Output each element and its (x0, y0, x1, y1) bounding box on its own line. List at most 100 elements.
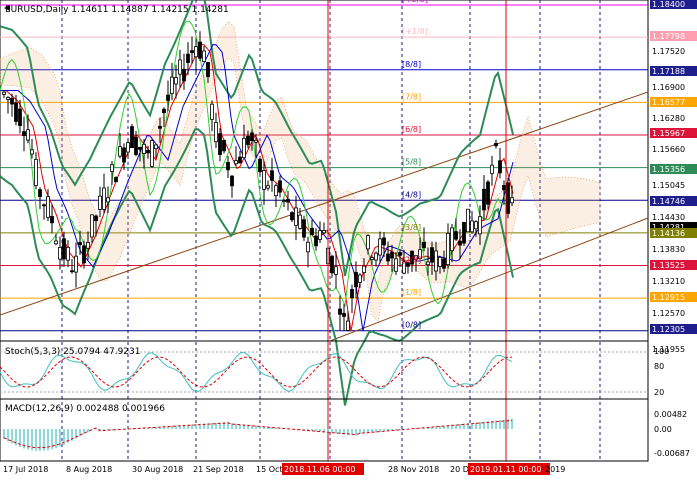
price-tick-10: 1.15045 (652, 181, 685, 190)
murrey-label-4: [6/8] (402, 125, 421, 134)
time-marker-label-5: 2018.11.06 00:00 (284, 465, 355, 474)
candle-body (166, 94, 170, 101)
candle-body (298, 214, 302, 229)
murrey-label-5: [5/8] (402, 158, 421, 167)
candle-body (338, 308, 342, 315)
time-label-3: 21 Sep 2018 (193, 465, 244, 474)
candle-body (54, 240, 58, 245)
candle-body (390, 251, 394, 259)
time-label-1: 8 Aug 2018 (66, 465, 112, 474)
macd-header: MACD(12,26,9) 0.002488 0.001966 (5, 404, 165, 414)
price-tag-20: 1.12305 (652, 325, 685, 334)
candle-body (438, 256, 442, 267)
price-tick-19: 1.12570 (652, 309, 685, 318)
candle-body (498, 160, 502, 174)
candle-body (506, 182, 510, 214)
price-tag-7: 1.15967 (652, 129, 685, 138)
candle-body (426, 261, 430, 266)
candle-body (282, 200, 286, 202)
price-tag-14: 1.14136 (652, 229, 685, 238)
candle-body (266, 185, 270, 189)
candle-body (230, 175, 234, 187)
candle-body (490, 164, 494, 174)
price-tag-5: 1.16577 (652, 98, 685, 107)
murrey-label-2: [8/8] (402, 60, 421, 69)
candle-body (38, 189, 42, 197)
time-label-0: 17 Jul 2018 (3, 465, 48, 474)
candle-body (502, 185, 506, 191)
murrey-label-10: [0/8] (402, 321, 421, 330)
candle-body (170, 76, 174, 94)
candle-body (434, 250, 438, 272)
candle-body (126, 142, 130, 153)
candle-body (318, 230, 322, 240)
candle-body (122, 147, 126, 163)
candle-body (250, 132, 254, 142)
candle-body (110, 164, 114, 172)
candle-body (486, 181, 490, 205)
macd-tick-top: 0.00482 (654, 410, 687, 419)
candle-body (278, 180, 282, 193)
murrey-label-3: [7/8] (402, 92, 421, 101)
candle-body (82, 245, 86, 264)
price-tag-3: 1.17188 (652, 67, 685, 76)
candle-body (210, 103, 214, 120)
candle-body (102, 187, 106, 210)
candle-body (74, 255, 78, 273)
murrey-label-8: [2/8] (402, 256, 421, 265)
trading-chart[interactable]: [+2/8] [+1/8] [8/8] [7/8] [6/8] [5/8] [4/8] [3/… (0, 0, 697, 483)
price-tag-11: 1.14746 (652, 197, 685, 206)
candle-body (254, 139, 258, 143)
candle-body (234, 160, 238, 165)
candle-body (458, 240, 462, 246)
candle-body (474, 221, 478, 230)
macd-tick-bottom: -0.00687 (654, 449, 690, 458)
murrey-label-9: [1/8] (402, 288, 421, 297)
candle-body (198, 41, 202, 59)
candle-body (246, 135, 250, 145)
candle-body (302, 219, 306, 238)
murrey-label-7: [3/8] (402, 223, 421, 232)
time-marker-label-8: 2019.01.11 00:00 (470, 465, 541, 474)
candle-body (442, 258, 446, 269)
candle-body (394, 258, 398, 272)
price-tick-2: 1.17520 (652, 47, 685, 56)
candle-body (306, 241, 310, 253)
candle-body (18, 108, 22, 126)
candle-body (162, 108, 166, 114)
candle-body (214, 121, 218, 143)
candle-body (42, 204, 46, 207)
candle-body (150, 140, 154, 167)
candle-body (310, 227, 314, 236)
candle-body (30, 149, 34, 155)
candle-body (334, 266, 338, 275)
candle-body (358, 274, 362, 283)
candle-body (258, 158, 262, 173)
candle-body (186, 53, 190, 63)
candle-body (446, 232, 450, 266)
candle-body (206, 62, 210, 78)
price-tick-8: 1.15660 (652, 145, 685, 154)
candle-body (218, 133, 222, 155)
price-tag-9: 1.15356 (652, 165, 685, 174)
candle-body (90, 214, 94, 238)
price-tick-17: 1.13210 (652, 277, 685, 286)
candle-body (130, 126, 134, 148)
candle-body (194, 46, 198, 58)
candle-body (262, 170, 266, 190)
candle-body (366, 235, 370, 250)
candle-body (374, 252, 378, 261)
candle-body (70, 270, 74, 273)
candle-body (2, 91, 6, 95)
candle-body (314, 235, 318, 247)
candle-body (50, 215, 54, 224)
candle-body (190, 50, 194, 53)
candle-body (158, 125, 162, 129)
candle-body (322, 230, 326, 234)
candle-body (202, 50, 206, 62)
stoch-tick-20: 20 (654, 388, 664, 397)
price-tag-18: 1.12915 (652, 293, 685, 302)
candle-body (478, 216, 482, 235)
candle-body (346, 320, 350, 331)
candle-body (274, 185, 278, 197)
